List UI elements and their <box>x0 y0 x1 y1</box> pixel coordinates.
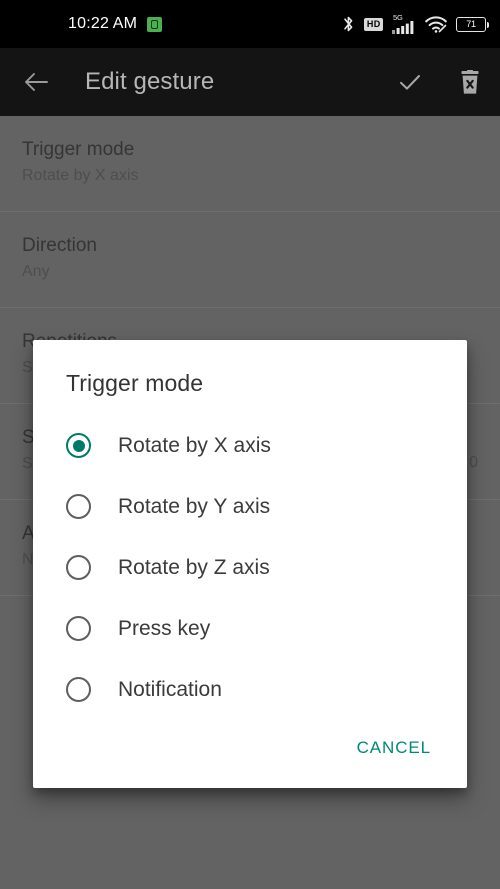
list-item-title: Trigger mode <box>22 139 135 160</box>
radio-option-label: Press key <box>118 616 211 640</box>
radio-option-label: Rotate by Z axis <box>118 555 270 579</box>
radio-button-icon[interactable] <box>66 555 91 580</box>
radio-group: Rotate by X axis Rotate by Y axis Rotate… <box>33 397 467 720</box>
list-item[interactable]: Direction Any <box>0 212 500 308</box>
radio-option-label: Notification <box>118 677 222 701</box>
status-bar-icons: HD 5G 71 <box>342 14 489 35</box>
wifi-icon <box>425 15 447 33</box>
radio-option-rotate-y[interactable]: Rotate by Y axis <box>33 476 467 537</box>
status-bar: 10:22 AM HD 5G 71 <box>0 0 500 48</box>
cancel-button[interactable]: CANCEL <box>347 730 441 766</box>
cellular-signal-icon: 5G <box>392 14 416 35</box>
delete-trash-icon[interactable] <box>454 66 486 98</box>
page-title: Edit gesture <box>85 68 215 95</box>
list-item-subtitle: Rotate by X axis <box>22 167 139 184</box>
battery-icon: 71 <box>456 16 489 32</box>
radio-option-rotate-x[interactable]: Rotate by X axis <box>33 415 467 476</box>
bluetooth-icon <box>344 16 353 32</box>
list-item-value: 0 <box>469 454 478 471</box>
radio-option-notification[interactable]: Notification <box>33 659 467 720</box>
hd-icon: HD <box>364 17 383 31</box>
app-notification-icon <box>147 16 163 32</box>
dialog-actions: CANCEL <box>347 730 467 788</box>
radio-button-icon[interactable] <box>66 433 91 458</box>
radio-option-press-key[interactable]: Press key <box>33 598 467 659</box>
list-item-title: Direction <box>22 235 97 256</box>
app-bar: Edit gesture <box>0 48 500 116</box>
trigger-mode-dialog: Trigger mode Rotate by X axis Rotate by … <box>33 340 467 788</box>
checkmark-icon[interactable] <box>394 66 426 98</box>
network-type-label: 5G <box>393 12 403 22</box>
list-item[interactable]: Trigger mode Rotate by X axis <box>0 116 500 212</box>
back-arrow-icon[interactable] <box>20 66 52 98</box>
app-bar-actions <box>394 66 486 98</box>
radio-option-label: Rotate by Y axis <box>118 494 271 518</box>
radio-option-label: Rotate by X axis <box>118 433 271 457</box>
status-bar-clock: 10:22 AM <box>68 15 138 32</box>
radio-button-icon[interactable] <box>66 677 91 702</box>
dialog-title: Trigger mode <box>66 370 204 396</box>
radio-button-icon[interactable] <box>66 494 91 519</box>
radio-option-rotate-z[interactable]: Rotate by Z axis <box>33 537 467 598</box>
battery-level-label: 71 <box>466 18 476 29</box>
radio-button-icon[interactable] <box>66 616 91 641</box>
list-item-subtitle: Any <box>22 263 50 280</box>
